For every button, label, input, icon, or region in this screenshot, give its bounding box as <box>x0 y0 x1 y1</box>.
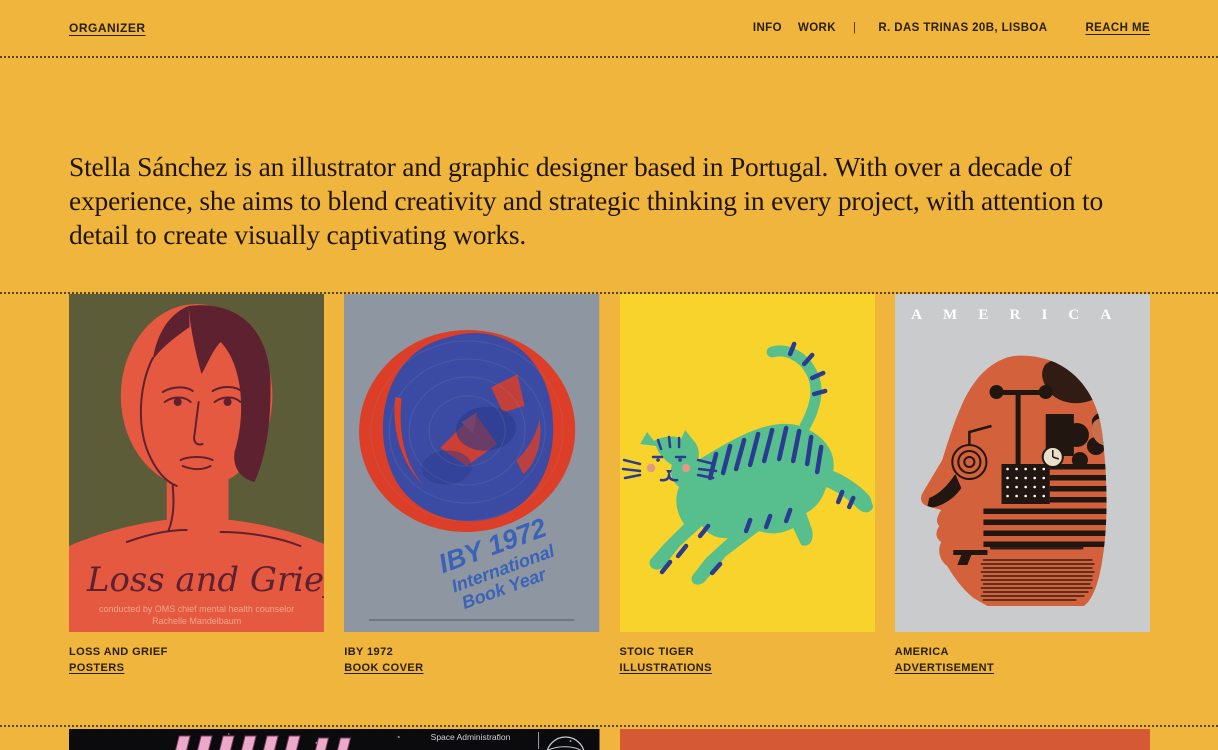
reach-me-link[interactable]: REACH ME <box>1085 22 1150 34</box>
caption-loss-and-grief: LOSS AND GRIEF POSTERS <box>69 646 324 675</box>
project-card-loss-and-grief: Loss and Grief conducted by OMS chief me… <box>69 294 324 675</box>
bottom-row: Space Administration <box>0 729 1218 750</box>
project-card-stoic-tiger: STOIC TIGER ILLUSTRATIONS <box>620 294 875 675</box>
project-title: IBY 1972 <box>344 646 599 659</box>
portfolio-page: ORGANIZER INFO WORK | R. DAS TRINAS 20B,… <box>0 0 1218 750</box>
iby-1972-poster-illustration: IBY 1972 International Book Year <box>344 294 599 632</box>
project-category-link[interactable]: ILLUSTRATIONS <box>620 662 712 675</box>
header: ORGANIZER INFO WORK | R. DAS TRINAS 20B,… <box>0 0 1218 58</box>
caption-america: AMERICA ADVERTISEMENT <box>895 646 1150 675</box>
work-grid: Loss and Grief conducted by OMS chief me… <box>0 294 1218 675</box>
orange-poster-artwork[interactable] <box>620 729 1151 750</box>
iby-1972-artwork[interactable]: IBY 1972 International Book Year <box>344 294 599 632</box>
space-poster-artwork[interactable]: Space Administration <box>69 729 600 750</box>
stoic-tiger-poster-illustration <box>620 294 875 632</box>
project-card-america: AMERICA <box>895 294 1150 675</box>
brand-link[interactable]: ORGANIZER <box>69 21 146 35</box>
loss-and-grief-caption-line1: conducted by OMS chief mental health cou… <box>99 604 294 614</box>
america-title-text: AMERICA <box>911 307 1132 323</box>
america-artwork[interactable]: AMERICA <box>895 294 1150 632</box>
header-nav: INFO WORK | R. DAS TRINAS 20B, LISBOA RE… <box>753 22 1150 34</box>
stoic-tiger-artwork[interactable] <box>620 294 875 632</box>
address-text: R. DAS TRINAS 20B, LISBOA <box>878 22 1047 34</box>
intro-paragraph: Stella Sánchez is an illustrator and gra… <box>69 150 1169 252</box>
nav-work-link[interactable]: WORK <box>798 22 836 34</box>
project-category-link[interactable]: BOOK COVER <box>344 662 423 675</box>
nav-separator: | <box>853 22 856 34</box>
divider-bottom <box>0 725 1218 727</box>
orange-poster-illustration <box>620 729 1151 750</box>
project-category-link[interactable]: ADVERTISEMENT <box>895 662 994 675</box>
project-category-link[interactable]: POSTERS <box>69 662 124 675</box>
loss-and-grief-heading-text: Loss and Grief <box>86 560 324 600</box>
loss-and-grief-poster-illustration: Loss and Grief conducted by OMS chief me… <box>69 294 324 632</box>
space-poster-illustration: Space Administration <box>69 729 600 750</box>
loss-and-grief-caption-line2: Rachelle Mandelbaum <box>152 616 241 626</box>
america-poster-illustration: AMERICA <box>895 294 1150 632</box>
project-card-iby-1972: IBY 1972 International Book Year IBY 197… <box>344 294 599 675</box>
project-title: LOSS AND GRIEF <box>69 646 324 659</box>
caption-iby-1972: IBY 1972 BOOK COVER <box>344 646 599 675</box>
project-title: AMERICA <box>895 646 1150 659</box>
project-title: STOIC TIGER <box>620 646 875 659</box>
space-administration-text: Space Administration <box>431 732 511 742</box>
loss-and-grief-artwork[interactable]: Loss and Grief conducted by OMS chief me… <box>69 294 324 632</box>
nav-info-link[interactable]: INFO <box>753 22 782 34</box>
caption-stoic-tiger: STOIC TIGER ILLUSTRATIONS <box>620 646 875 675</box>
